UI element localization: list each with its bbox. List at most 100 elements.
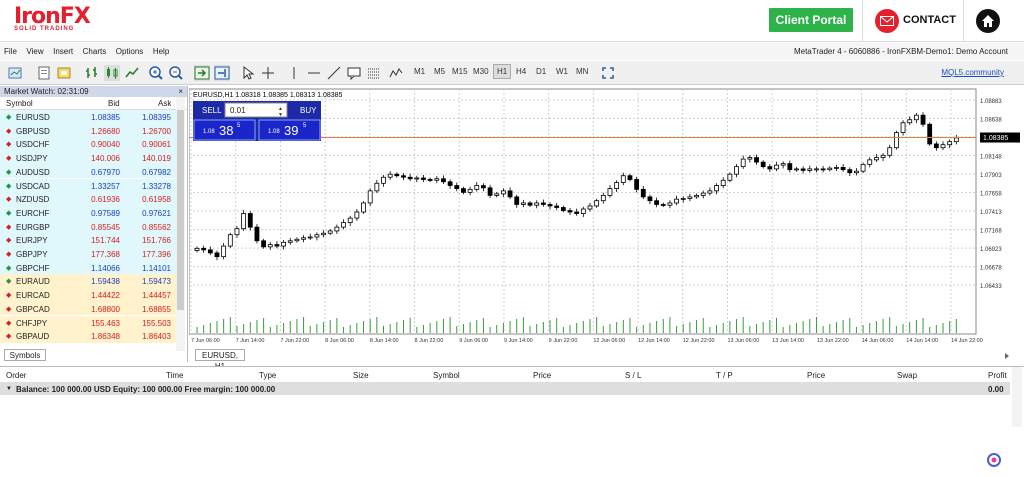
close-icon[interactable]: ×: [178, 86, 183, 97]
candlestick-icon[interactable]: [104, 65, 120, 81]
price-up-icon: ◆: [6, 168, 12, 176]
fibonacci-icon[interactable]: [366, 65, 382, 81]
col-time[interactable]: Time: [166, 371, 183, 380]
menu-view[interactable]: View: [22, 43, 46, 56]
chart-window[interactable]: 1.088831.086381.083931.081481.079031.076…: [188, 86, 1024, 371]
row-ask: 1.14101: [142, 263, 171, 273]
tf-m30[interactable]: M30: [473, 67, 489, 76]
col-price[interactable]: Price: [533, 371, 551, 380]
market-watch-row[interactable]: ◆ EURUSD 1.08385 1.08395: [0, 110, 176, 124]
row-bid: 1.44422: [91, 291, 120, 301]
row-bid: 1.86348: [91, 332, 120, 342]
row-symbol: EURCHF: [16, 208, 50, 218]
mql5-link[interactable]: MQL5.community: [941, 68, 1004, 77]
tf-m15[interactable]: M15: [452, 67, 468, 76]
market-watch-row[interactable]: ◆ AUDUSD 0.67970 0.67982: [0, 164, 176, 179]
menu-help[interactable]: Help: [149, 43, 172, 56]
menu-insert[interactable]: Insert: [49, 43, 76, 56]
chart-shift-icon[interactable]: [214, 65, 230, 81]
col-bid[interactable]: Bid: [108, 99, 120, 108]
col-type[interactable]: Type: [259, 371, 276, 380]
market-watch-row[interactable]: ◆ GBPJPY 177.368 177.396: [0, 247, 176, 261]
menu-charts[interactable]: Charts: [79, 43, 110, 56]
col-tp[interactable]: T / P: [716, 371, 733, 380]
profiles-icon[interactable]: [36, 65, 52, 81]
trendline-icon[interactable]: [326, 65, 342, 81]
market-watch-row[interactable]: ◆ EURCHF 0.97589 0.97621: [0, 205, 176, 220]
menu-file[interactable]: File: [0, 43, 20, 56]
tf-h1[interactable]: H1: [493, 64, 512, 79]
zoom-out-icon[interactable]: [168, 65, 184, 81]
market-watch-row[interactable]: ◆ GBPCAD 1.68800 1.68855: [0, 301, 176, 316]
col-profit[interactable]: Profit: [988, 371, 1007, 380]
tf-mn[interactable]: MN: [576, 67, 588, 76]
col-symbol[interactable]: Symbol: [433, 371, 460, 380]
ironfx-logo[interactable]: IronFX SOLID TRADING: [14, 4, 91, 32]
tf-m5[interactable]: M5: [434, 67, 445, 76]
terminal-scrollbar[interactable]: [1012, 367, 1022, 427]
lot-down-icon[interactable]: ▼: [278, 112, 283, 118]
menu-bar: File View Insert Charts Options Help Met…: [0, 43, 1024, 60]
contact-button[interactable]: CONTACT: [862, 0, 964, 42]
market-watch-row[interactable]: ◆ GBPCHF 1.14066 1.14101: [0, 260, 176, 275]
market-watch-row[interactable]: ◆ USDCAD 1.33257 1.33278: [0, 178, 176, 193]
chart-tab-eurusd[interactable]: EURUSD, H1: [195, 349, 245, 371]
bar-chart-icon[interactable]: [84, 65, 100, 81]
y-tick-label: 1.06678: [980, 266, 1002, 272]
row-symbol: USDCHF: [16, 140, 50, 150]
market-watch-row[interactable]: ◆ EURJPY 151.744 151.766: [0, 233, 176, 247]
market-watch-row[interactable]: ◆ EURGBP 0.85545 0.85562: [0, 219, 176, 234]
y-tick-label: 1.08883: [980, 99, 1002, 105]
tf-m1[interactable]: M1: [414, 67, 425, 76]
indicators-icon[interactable]: [388, 65, 404, 81]
market-watch-row[interactable]: ◆ USDJPY 140.006 140.019: [0, 151, 176, 165]
col-size[interactable]: Size: [353, 371, 369, 380]
tf-d1[interactable]: D1: [536, 67, 546, 76]
col-order[interactable]: Order: [6, 371, 26, 380]
fullscreen-icon[interactable]: [600, 65, 616, 81]
market-watch-row[interactable]: ◆ USDCHF 0.90040 0.90061: [0, 137, 176, 152]
crosshair-icon[interactable]: [260, 65, 276, 81]
chat-widget-icon[interactable]: [986, 452, 1002, 468]
price-down-icon: ◆: [6, 155, 12, 163]
buy-button[interactable]: BUY: [300, 106, 317, 115]
col-sl[interactable]: S / L: [625, 371, 641, 380]
sell-button[interactable]: SELL: [202, 106, 222, 115]
scrollbar-thumb[interactable]: [177, 110, 184, 310]
symbols-tab[interactable]: Symbols: [4, 349, 46, 361]
vertical-line-icon[interactable]: [286, 65, 302, 81]
horizontal-line-icon[interactable]: [306, 65, 322, 81]
col-symbol[interactable]: Symbol: [6, 99, 33, 108]
market-watch-row[interactable]: ◆ CHFJPY 155.463 155.503: [0, 315, 176, 330]
row-ask: 177.396: [142, 250, 171, 259]
sell-price-big: 38: [219, 123, 233, 138]
text-label-icon[interactable]: [346, 65, 362, 81]
menu-options[interactable]: Options: [112, 43, 147, 56]
home-icon[interactable]: [976, 9, 1000, 33]
market-watch-row[interactable]: ◆ GBPUSD 1.26680 1.26700: [0, 123, 176, 138]
market-watch-scrollbar[interactable]: [176, 97, 185, 351]
tf-w1[interactable]: W1: [556, 67, 568, 76]
scroll-right-icon[interactable]: [1003, 352, 1011, 360]
market-watch-row[interactable]: ◆ NZDUSD 0.61936 0.61958: [0, 192, 176, 206]
candlestick-chart[interactable]: 1.088831.086381.083931.081481.079031.076…: [188, 86, 1024, 348]
candle: [254, 224, 260, 244]
market-watch-icon[interactable]: [56, 65, 72, 81]
auto-scroll-icon[interactable]: [194, 65, 210, 81]
market-watch-row[interactable]: ◆ EURAUD 1.59438 1.59473: [0, 274, 176, 289]
lot-value[interactable]: 0.01: [230, 106, 246, 115]
client-portal-button[interactable]: Client Portal: [769, 8, 853, 32]
price-down-icon: ◆: [6, 333, 12, 341]
row-ask: 1.33278: [142, 181, 171, 191]
col-price2[interactable]: Price: [807, 371, 825, 380]
zoom-in-icon[interactable]: [148, 65, 164, 81]
cursor-icon[interactable]: [240, 65, 256, 81]
new-chart-icon[interactable]: [8, 65, 24, 81]
line-chart-icon[interactable]: [124, 65, 140, 81]
x-tick-label: 12 Jun 14:00: [638, 338, 670, 344]
col-swap[interactable]: Swap: [897, 371, 917, 380]
tf-h4[interactable]: H4: [516, 67, 526, 76]
col-ask[interactable]: Ask: [158, 99, 171, 108]
market-watch-row[interactable]: ◆ EURCAD 1.44422 1.44457: [0, 288, 176, 302]
market-watch-row[interactable]: ◆ GBPAUD 1.86348 1.86403: [0, 329, 176, 343]
